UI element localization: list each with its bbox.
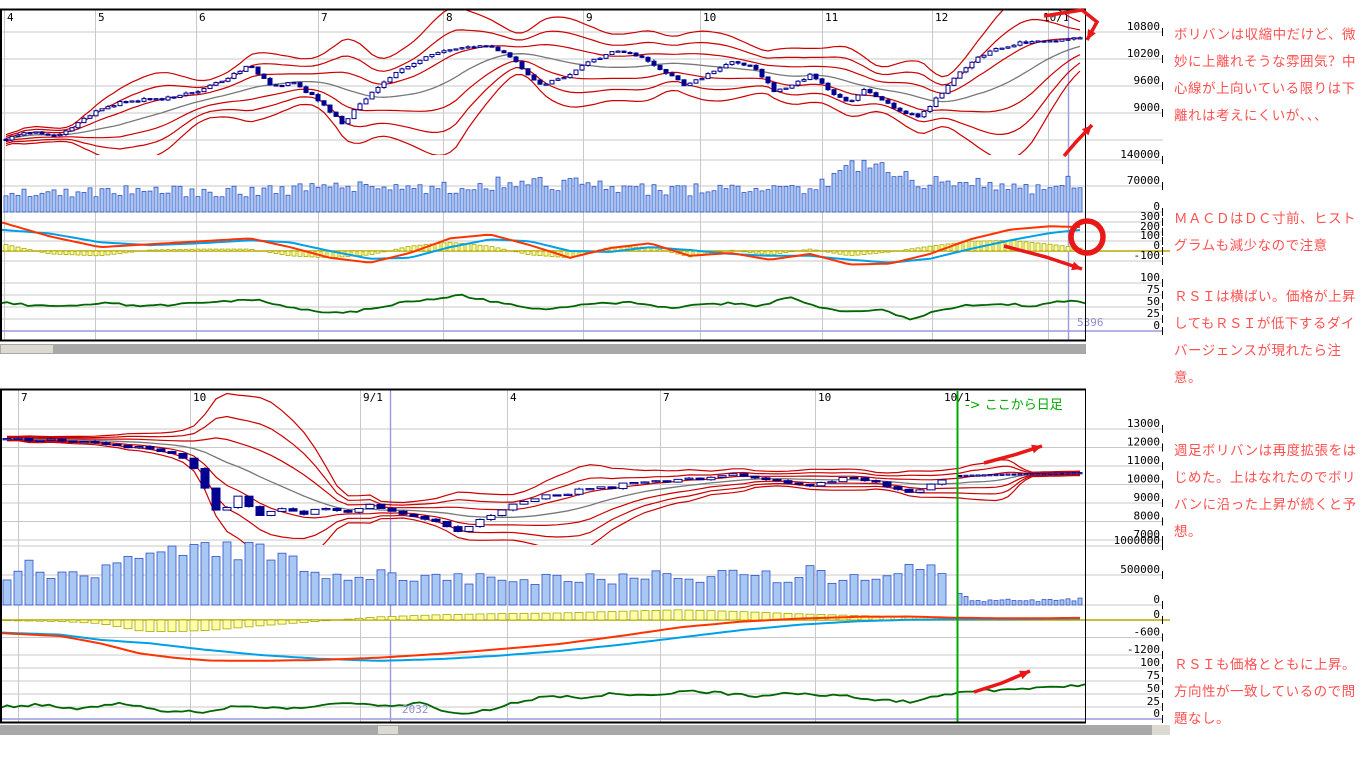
y-axis-label: 11000: [1127, 454, 1160, 467]
y-axis-label: 9000: [1134, 101, 1161, 114]
x-axis-label: 10: [193, 391, 206, 404]
y-axis-label: 500000: [1120, 563, 1160, 576]
y-axis-label: 0: [1153, 593, 1160, 606]
y-axis-label: 10000: [1127, 473, 1160, 486]
y-axis-label: 10200: [1127, 47, 1160, 60]
x-axis-label: 11: [825, 11, 838, 24]
scrollbar-track[interactable]: [0, 725, 1170, 735]
y-axis-label: 1000000: [1114, 534, 1160, 547]
y-axis-label: -1200: [1127, 643, 1160, 656]
horizontal-scrollbar[interactable]: [0, 344, 1086, 354]
y-axis-label: 70000: [1127, 174, 1160, 187]
x-axis-label: 4: [7, 11, 14, 24]
y-axis-label: 50: [1147, 682, 1160, 695]
note-rsi-daily: ＲＳＩは横ばい。価格が上昇してもＲＳＩが低下するダイバージェンスが現れたら注意。: [1174, 284, 1366, 392]
weekly-chart-panel[interactable]: 7109/1471010/113000120001100010000900080…: [0, 388, 1170, 738]
x-axis-label: 10/1: [1043, 11, 1070, 24]
y-axis-label: -600: [1134, 626, 1161, 639]
x-axis-label: 8: [446, 11, 453, 24]
horizontal-scrollbar[interactable]: [0, 725, 1170, 735]
scrollbar-thumb[interactable]: [1, 345, 53, 353]
x-axis-label: 9/1: [363, 391, 383, 404]
daily-start-marker-label: -> ここから日足: [965, 398, 1063, 413]
x-axis-label: 5: [98, 11, 105, 24]
note-bollinger-weekly: 週足ボリバンは再度拡張をはじめた。上はなれたのでボリバンに沿った上昇が続くと予想…: [1174, 438, 1366, 546]
y-axis-label: 0: [1153, 608, 1160, 621]
y-axis-label: 0: [1153, 319, 1160, 332]
scrollbar-button[interactable]: [1152, 725, 1170, 735]
y-axis-label: -100: [1134, 249, 1161, 262]
x-axis-label: 10: [703, 11, 716, 24]
y-axis-label: 75: [1147, 669, 1160, 682]
daily-chart-canvas[interactable]: 4 5 6 7 8 9 10 11 12 10/1 10800 10200 9600 9000 140000…: [0, 8, 1170, 358]
y-axis-label: 13000: [1127, 417, 1160, 430]
y-axis-label: 9000: [1134, 491, 1161, 504]
y-axis-label: 9600: [1134, 74, 1161, 87]
y-axis-label: 0: [1153, 707, 1160, 720]
x-axis-label: 7: [663, 391, 670, 404]
scrollbar-thumb[interactable]: [378, 726, 398, 734]
x-axis-label: 7: [321, 11, 328, 24]
y-axis-label: 100: [1140, 656, 1160, 669]
crosshair-value-label: 2032: [402, 703, 429, 716]
note-bollinger-daily: ボリバンは収縮中だけど、微妙に上離れそうな雰囲気？中心線が上向いている限りは下離…: [1174, 22, 1366, 130]
note-rsi-weekly: ＲＳＩも価格とともに上昇。方向性が一致しているので問題なし。: [1174, 652, 1366, 733]
x-axis-label: 10: [818, 391, 831, 404]
weekly-chart-canvas[interactable]: 7109/1471010/113000120001100010000900080…: [0, 388, 1170, 738]
x-axis-label: 6: [199, 11, 206, 24]
y-axis-label: 10800: [1127, 20, 1160, 33]
y-axis-label: 8000: [1134, 510, 1161, 523]
x-axis-label: 12: [935, 11, 948, 24]
daily-chart-panel[interactable]: 4 5 6 7 8 9 10 11 12 10/1 10800 10200 9600 9000 140000…: [0, 8, 1170, 358]
scrollbar-track[interactable]: [0, 344, 1086, 354]
x-axis-label: 9: [586, 11, 593, 24]
y-axis-label: 12000: [1127, 436, 1160, 449]
note-macd-daily: ＭＡＣＤはＤＣ寸前、ヒストグラムも減少なので注意: [1174, 206, 1366, 260]
x-axis-label: 7: [21, 391, 28, 404]
x-axis-label: 4: [510, 391, 517, 404]
crosshair-value-label: 5396: [1077, 316, 1104, 329]
y-axis-label: 140000: [1120, 148, 1160, 161]
